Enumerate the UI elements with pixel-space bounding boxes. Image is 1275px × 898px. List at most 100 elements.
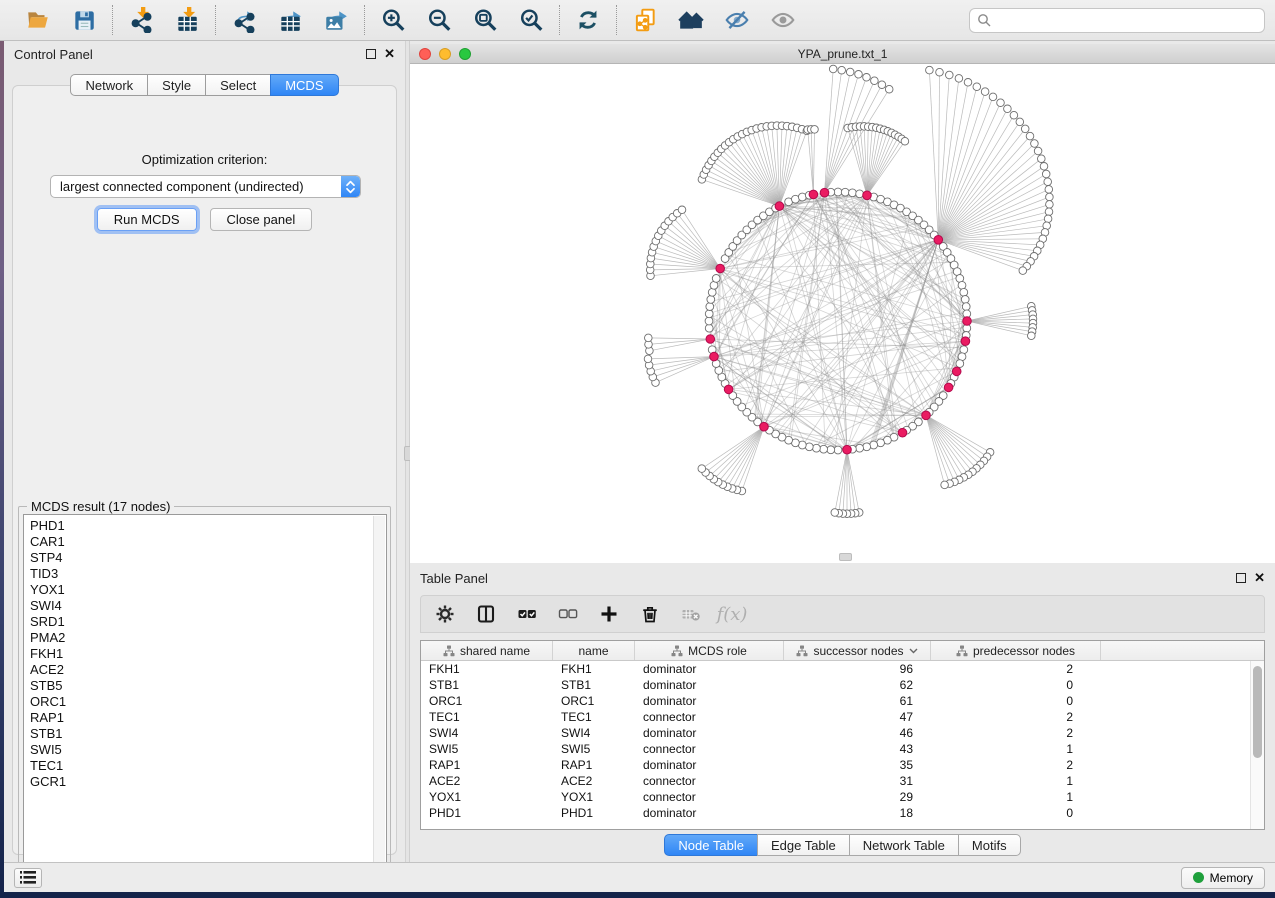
export-network-icon [231,7,257,33]
zoom-fit-button[interactable] [470,5,500,35]
tab-network[interactable]: Network [70,74,147,96]
table-row[interactable]: TEC1TEC1connector472 [421,709,1264,725]
table-row[interactable]: RAP1RAP1dominator352 [421,757,1264,773]
table-cell: ACE2 [421,773,553,789]
mcds-result-item[interactable]: STB1 [30,726,386,742]
table-cell: dominator [635,725,784,741]
memory-button[interactable]: Memory [1181,867,1265,889]
duplicate-network-button[interactable] [630,5,660,35]
mcds-result-item[interactable]: STB5 [30,678,386,694]
import-table-button[interactable] [172,5,202,35]
tab-style[interactable]: Style [147,74,205,96]
select-stepper-icon [341,176,360,197]
search-input[interactable] [996,13,1257,27]
tab-select[interactable]: Select [205,74,270,96]
memory-button-label: Memory [1210,871,1253,885]
add-column-button[interactable] [597,602,621,626]
hide-selected-button[interactable] [722,5,752,35]
save-session-button[interactable] [69,5,99,35]
zoom-selected-button[interactable] [516,5,546,35]
table-scrollbar[interactable] [1250,661,1264,830]
mcds-result-item[interactable]: ACE2 [30,662,386,678]
table-scrollbar-thumb[interactable] [1253,666,1262,758]
leaf-node [698,465,706,473]
network-canvas[interactable] [410,64,1275,563]
mcds-result-item[interactable]: GCR1 [30,774,386,790]
control-panel-float-icon[interactable] [366,49,376,59]
leaf-node [863,74,871,82]
mcds-result-item[interactable]: ORC1 [30,694,386,710]
function-builder-button[interactable]: f(x) [720,602,744,626]
column-namespace-icon [956,645,968,657]
tab-motifs[interactable]: Motifs [958,834,1021,856]
show-all-button[interactable] [768,5,798,35]
mcds-tab-panel: Optimization criterion: largest connecte… [12,85,397,855]
table-row[interactable]: PHD1PHD1dominator180 [421,805,1264,821]
column-header-MCDS-role[interactable]: MCDS role [635,641,784,660]
zoom-out-button[interactable] [424,5,454,35]
zoom-in-button[interactable] [378,5,408,35]
search-box[interactable] [969,8,1265,33]
show-columns-button[interactable] [474,602,498,626]
tab-edge-table[interactable]: Edge Table [757,834,849,856]
tab-network-table[interactable]: Network Table [849,834,958,856]
table-row[interactable]: STB1STB1dominator620 [421,677,1264,693]
control-panel-close-icon[interactable]: ✕ [384,49,395,59]
column-header-predecessor-nodes[interactable]: predecessor nodes [931,641,1101,660]
table-row[interactable]: YOX1YOX1connector291 [421,789,1264,805]
select-all-columns-button[interactable] [515,602,539,626]
mcds-result-list[interactable]: PHD1CAR1STP4TID3YOX1SWI4SRD1PMA2FKH1ACE2… [23,514,387,872]
tab-node-table[interactable]: Node Table [664,834,757,856]
table-row[interactable]: SWI4SWI4dominator462 [421,725,1264,741]
mcds-result-item[interactable]: YOX1 [30,582,386,598]
window-zoom-icon[interactable] [459,48,471,60]
export-network-button[interactable] [229,5,259,35]
run-mcds-button[interactable]: Run MCDS [97,208,197,231]
table-cell: 2 [921,709,1081,725]
mcds-result-item[interactable]: CAR1 [30,534,386,550]
window-minimize-icon[interactable] [439,48,451,60]
export-image-button[interactable] [321,5,351,35]
network-window-titlebar[interactable]: YPA_prune.txt_1 [410,44,1275,64]
mcds-result-item[interactable]: PMA2 [30,630,386,646]
table-panel-close-icon[interactable]: ✕ [1254,573,1265,583]
import-network-button[interactable] [126,5,156,35]
mcds-result-item[interactable]: SRD1 [30,614,386,630]
leaf-node [1028,332,1036,340]
leaf-node [885,85,893,93]
mcds-result-item[interactable]: SWI5 [30,742,386,758]
table-row[interactable]: ORC1ORC1dominator610 [421,693,1264,709]
first-neighbors-button[interactable] [676,5,706,35]
column-header-name[interactable]: name [553,641,635,660]
unselect-all-columns-button[interactable] [556,602,580,626]
table-row[interactable]: SWI5SWI5connector431 [421,741,1264,757]
tab-mcds[interactable]: MCDS [270,74,338,96]
ring-node [706,303,714,311]
mcds-list-scrollbar[interactable] [373,516,385,870]
horizontal-splitter-handle[interactable] [839,553,852,561]
open-file-button[interactable] [23,5,53,35]
mcds-result-item[interactable]: TID3 [30,566,386,582]
show-panels-button[interactable] [14,868,42,888]
mcds-result-item[interactable]: FKH1 [30,646,386,662]
export-table-button[interactable] [275,5,305,35]
mcds-result-item[interactable]: PHD1 [30,518,386,534]
column-header-shared-name[interactable]: shared name [421,641,553,660]
table-panel-float-icon[interactable] [1236,573,1246,583]
apply-layout-button[interactable] [573,5,603,35]
window-close-icon[interactable] [419,48,431,60]
mcds-result-item[interactable]: STP4 [30,550,386,566]
mcds-result-item[interactable]: SWI4 [30,598,386,614]
mcds-result-item[interactable]: RAP1 [30,710,386,726]
delete-column-button[interactable] [638,602,662,626]
table-cell: dominator [635,677,784,693]
table-options-gear-button[interactable] [433,602,457,626]
table-row[interactable]: FKH1FKH1dominator962 [421,661,1264,677]
column-header-successor-nodes[interactable]: successor nodes [784,641,931,660]
dominator-node [843,445,852,454]
optimization-criterion-select[interactable]: largest connected component (undirected) [50,175,361,198]
delete-table-button[interactable] [679,602,703,626]
table-row[interactable]: ACE2ACE2connector311 [421,773,1264,789]
close-panel-button[interactable]: Close panel [210,208,313,231]
mcds-result-item[interactable]: TEC1 [30,758,386,774]
